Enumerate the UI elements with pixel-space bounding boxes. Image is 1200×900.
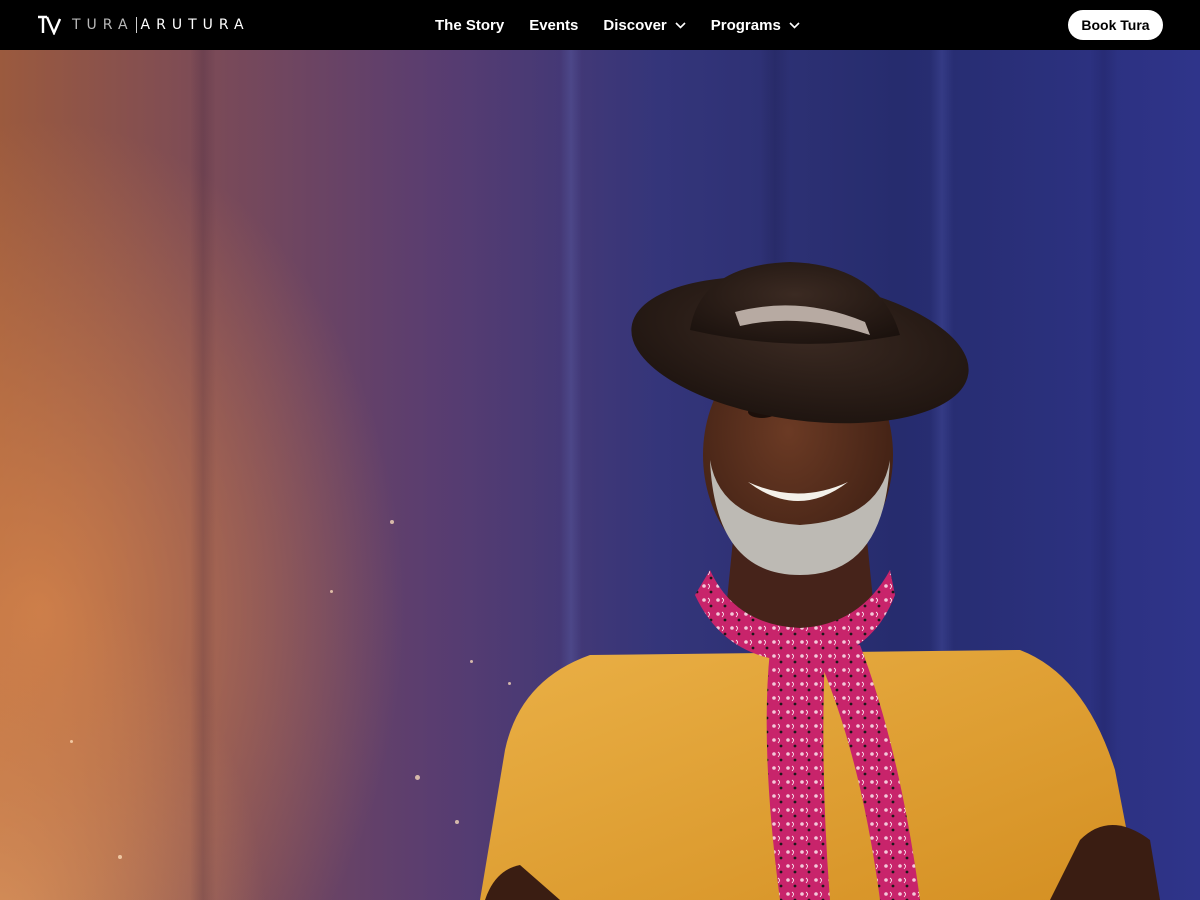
nav-item-label: Programs (710, 16, 781, 34)
brand-logo[interactable]: TURA ARUTURA (37, 13, 250, 37)
hero-portrait-image (480, 262, 1160, 900)
book-tura-button[interactable]: Book Tura (1068, 10, 1163, 40)
main-nav: The Story Events Discover Programs (435, 0, 800, 50)
nav-item-label: The Story (435, 16, 505, 34)
tura-logo-mark-icon (38, 15, 61, 35)
brand-name-secondary: ARUTURA (140, 17, 250, 33)
top-navigation-bar: TURA ARUTURA The Story Events Discover P… (0, 0, 1200, 50)
brand-divider (135, 17, 137, 33)
hero-section (0, 50, 1200, 900)
chevron-down-icon (789, 21, 800, 29)
nav-item-the-story[interactable]: The Story (435, 17, 504, 34)
nav-item-programs[interactable]: Programs (711, 17, 800, 34)
nav-item-label: Events (529, 16, 579, 34)
brand-name-primary: TURA (72, 17, 134, 33)
chevron-down-icon (675, 21, 686, 29)
nav-item-events[interactable]: Events (529, 17, 578, 34)
nav-item-discover[interactable]: Discover (603, 16, 686, 34)
nav-item-label: Discover (603, 16, 667, 34)
